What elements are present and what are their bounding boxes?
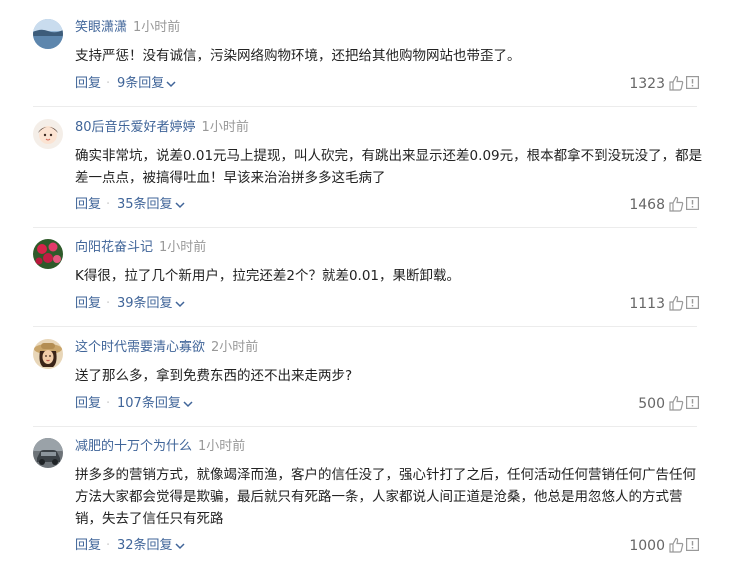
report-icon[interactable] bbox=[686, 538, 699, 551]
thumbs-up-icon[interactable] bbox=[668, 395, 684, 411]
comment-time: 1小时前 bbox=[201, 120, 249, 135]
report-icon[interactable] bbox=[686, 396, 699, 409]
thumbs-up-icon[interactable] bbox=[668, 295, 684, 311]
comment-time: 1小时前 bbox=[133, 20, 181, 35]
chevron-down-icon bbox=[183, 400, 193, 407]
username[interactable]: 笑眼潇潇 bbox=[75, 20, 127, 35]
like-count: 500 bbox=[638, 396, 665, 412]
report-icon[interactable] bbox=[686, 296, 699, 309]
view-replies-button[interactable]: 32条回复 bbox=[117, 536, 185, 556]
reply-button[interactable]: 回复 bbox=[75, 195, 101, 215]
chevron-down-icon bbox=[166, 80, 176, 87]
avatar-cartoon-girl-icon[interactable] bbox=[33, 119, 63, 149]
report-icon[interactable] bbox=[686, 197, 699, 210]
view-replies-button[interactable]: 35条回复 bbox=[117, 195, 185, 215]
avatar-flowers-icon[interactable] bbox=[33, 239, 63, 269]
username[interactable]: 80后音乐爱好者婷婷 bbox=[75, 120, 196, 135]
like-count: 1000 bbox=[629, 538, 665, 554]
replies-count: 107条回复 bbox=[117, 396, 181, 411]
comment-text: 送了那么多，拿到免费东西的还不出来走两步? bbox=[75, 368, 353, 384]
separator: · bbox=[106, 296, 111, 311]
like-count: 1468 bbox=[629, 197, 665, 213]
comment-text: 拼多多的营销方式，就像竭泽而渔，客户的信任没了，强心针打了之后，任何活动任何营销… bbox=[75, 467, 696, 527]
comment-text: 支持严惩！没有诚信，污染网络购物环境，还把给其他购物网站也带歪了。 bbox=[75, 48, 521, 64]
reply-button[interactable]: 回复 bbox=[75, 74, 101, 94]
reply-button[interactable]: 回复 bbox=[75, 536, 101, 556]
avatar-car-icon[interactable] bbox=[33, 438, 63, 468]
divider bbox=[33, 326, 697, 327]
reply-button[interactable]: 回复 bbox=[75, 294, 101, 314]
comment-meta: 减肥的十万个为什么 1小时前 bbox=[75, 438, 245, 456]
comment-meta: 80后音乐爱好者婷婷 1小时前 bbox=[75, 119, 249, 137]
thumbs-up-icon[interactable] bbox=[668, 537, 684, 553]
divider bbox=[33, 426, 697, 427]
report-icon[interactable] bbox=[686, 76, 699, 89]
like-count: 1113 bbox=[629, 296, 665, 312]
comment-text: K得很，拉了几个新用户，拉完还差2个？就差0.01，果断卸载。 bbox=[75, 268, 460, 284]
comment-actions: 回复 · 35条回复 1468 bbox=[75, 195, 737, 215]
chevron-down-icon bbox=[175, 542, 185, 549]
divider bbox=[33, 106, 697, 107]
reply-button[interactable]: 回复 bbox=[75, 394, 101, 414]
comment-actions: 回复 · 39条回复 1113 bbox=[75, 294, 737, 314]
like-count: 1323 bbox=[629, 76, 665, 92]
view-replies-button[interactable]: 39条回复 bbox=[117, 294, 185, 314]
comment-meta: 向阳花奋斗记 1小时前 bbox=[75, 239, 206, 257]
replies-count: 32条回复 bbox=[117, 538, 173, 553]
comment-actions: 回复 · 107条回复 500 bbox=[75, 394, 737, 414]
username[interactable]: 向阳花奋斗记 bbox=[75, 240, 153, 255]
divider bbox=[33, 227, 697, 228]
avatar-woman-hat-icon[interactable] bbox=[33, 339, 63, 369]
chevron-down-icon bbox=[175, 201, 185, 208]
replies-count: 39条回复 bbox=[117, 296, 173, 311]
replies-count: 9条回复 bbox=[117, 76, 165, 91]
separator: · bbox=[106, 197, 111, 212]
comment-text: 确实非常坑，说差0.01元马上提现，叫人砍完，有跳出来显示还差0.09元，根本都… bbox=[75, 148, 703, 186]
comment-time: 2小时前 bbox=[211, 340, 259, 355]
comment-time: 1小时前 bbox=[159, 240, 207, 255]
view-replies-button[interactable]: 107条回复 bbox=[117, 394, 193, 414]
view-replies-button[interactable]: 9条回复 bbox=[117, 74, 176, 94]
thumbs-up-icon[interactable] bbox=[668, 196, 684, 212]
chevron-down-icon bbox=[175, 300, 185, 307]
avatar-lake-icon[interactable] bbox=[33, 19, 63, 49]
username[interactable]: 减肥的十万个为什么 bbox=[75, 439, 192, 454]
separator: · bbox=[106, 76, 111, 91]
thumbs-up-icon[interactable] bbox=[668, 75, 684, 91]
comment-meta: 这个时代需要清心寡欲 2小时前 bbox=[75, 339, 258, 357]
separator: · bbox=[106, 538, 111, 553]
username[interactable]: 这个时代需要清心寡欲 bbox=[75, 340, 205, 355]
replies-count: 35条回复 bbox=[117, 197, 173, 212]
comment-time: 1小时前 bbox=[198, 439, 246, 454]
comment-meta: 笑眼潇潇 1小时前 bbox=[75, 19, 180, 37]
comment-actions: 回复 · 9条回复 1323 bbox=[75, 74, 737, 94]
comment-actions: 回复 · 32条回复 1000 bbox=[75, 536, 737, 556]
separator: · bbox=[106, 396, 111, 411]
